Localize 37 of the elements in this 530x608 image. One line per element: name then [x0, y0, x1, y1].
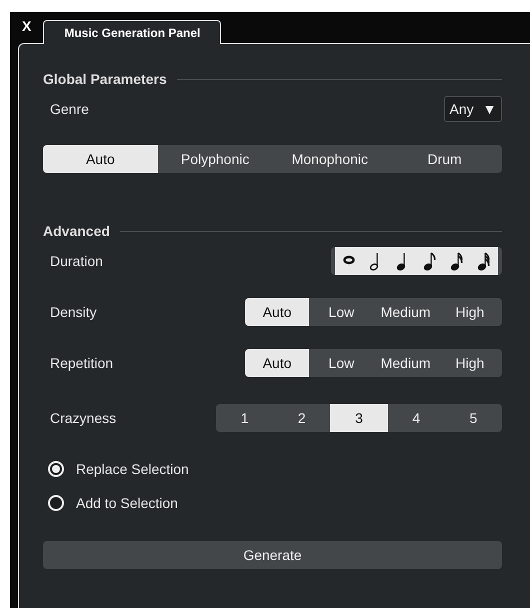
parameter-label: Crazyness	[50, 410, 116, 426]
option-segment[interactable]: High	[438, 349, 502, 377]
option-segment[interactable]: 4	[388, 404, 445, 432]
option-segment[interactable]: Auto	[245, 298, 310, 326]
radio-button[interactable]	[48, 495, 64, 511]
section-heading: Advanced	[43, 223, 110, 239]
parameter-label: Repetition	[50, 355, 114, 371]
eighth-note-icon	[422, 250, 438, 272]
option-segment[interactable]: Medium	[374, 349, 438, 377]
radio-label[interactable]: Replace Selection	[76, 461, 189, 477]
duration-option[interactable]	[335, 247, 362, 275]
option-segment[interactable]: Medium	[374, 298, 438, 326]
option-segment[interactable]: High	[438, 298, 502, 326]
mode-option[interactable]: Polyphonic	[158, 145, 272, 173]
mode-option[interactable]: Auto	[43, 145, 158, 173]
option-segment[interactable]: Low	[309, 298, 374, 326]
mode-option[interactable]: Monophonic	[272, 145, 388, 173]
option-segment[interactable]: 3	[330, 404, 388, 432]
option-segment[interactable]: Low	[309, 349, 374, 377]
section-heading: Global Parameters	[43, 71, 167, 87]
close-button[interactable]: X	[22, 18, 32, 34]
option-segment[interactable]: 1	[216, 404, 274, 432]
option-segment[interactable]: 5	[444, 404, 502, 432]
thirty-second-note-icon	[476, 250, 492, 272]
radio-button[interactable]	[48, 461, 64, 477]
parameter-label: Density	[50, 304, 97, 320]
mode-option[interactable]: Drum	[387, 145, 502, 173]
duration-option[interactable]	[470, 247, 498, 275]
sixteenth-note-icon	[449, 250, 466, 272]
panel-tab[interactable]: Music Generation Panel	[43, 20, 222, 44]
radio-label[interactable]: Add to Selection	[76, 495, 178, 511]
generate-button[interactable]: Generate	[43, 541, 502, 569]
duration-label: Duration	[50, 253, 103, 269]
genre-dropdown[interactable]: Any ▼	[444, 96, 502, 122]
genre-label: Genre	[50, 101, 89, 117]
option-segment[interactable]: Auto	[245, 349, 310, 377]
option-segment[interactable]: 2	[273, 404, 330, 432]
